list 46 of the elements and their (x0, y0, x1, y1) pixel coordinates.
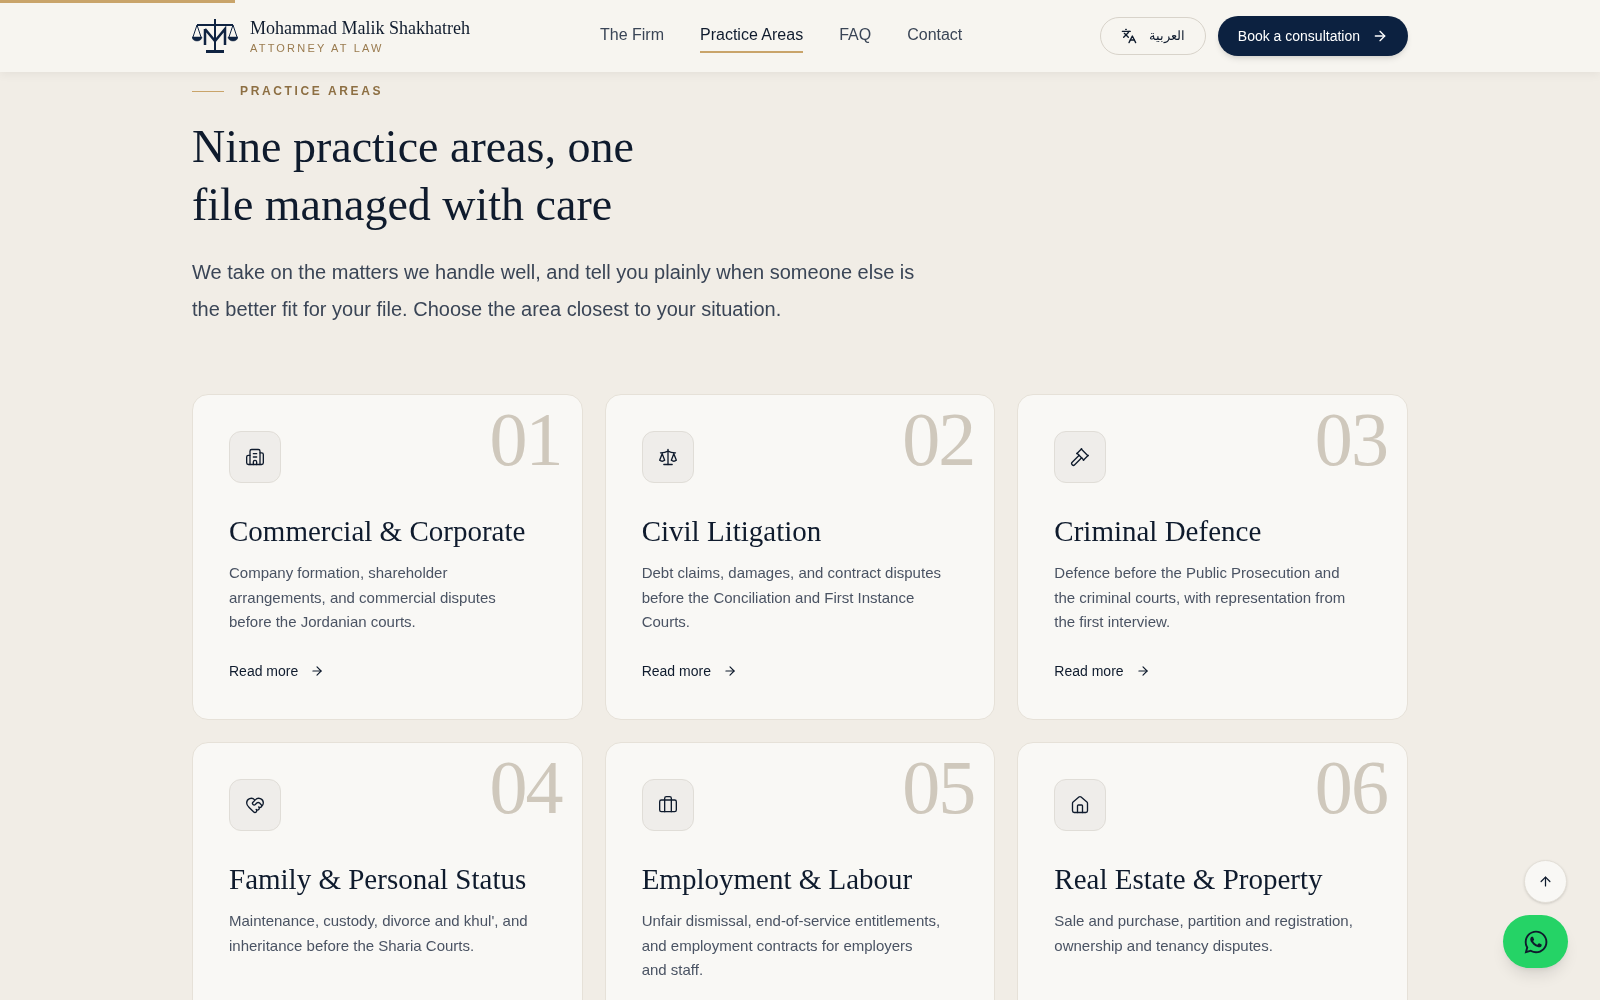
card-title: Employment & Labour (641, 862, 913, 897)
whatsapp-button[interactable] (1503, 915, 1568, 968)
card-description: Unfair dismissal, end-of-service entitlements, and employment contracts for employers and staff. (641, 911, 942, 980)
section-intro: We take on the matters we handle well, and tell you plainly when someone else is the better fit for your file. Choose the area closest to your situation. (192, 260, 916, 322)
card-number: 01 (489, 399, 562, 479)
section-title: file managed with care (192, 178, 613, 232)
book-consultation-button[interactable]: Book a consultation (1217, 16, 1408, 56)
briefcase-icon (657, 795, 678, 815)
translate-icon (1120, 28, 1137, 44)
card-description: Sale and purchase, partition and registration, ownership and tenancy disputes. (1054, 911, 1354, 956)
card-title: Criminal Defence (1054, 514, 1262, 549)
card-description: Company formation, shareholder arrangements, and commercial disputes before the Jordanian courts. (229, 563, 497, 632)
nav-link[interactable]: The Firm (600, 19, 664, 53)
card-number: 06 (1314, 747, 1387, 827)
arrow-right-icon (1372, 28, 1388, 44)
nav-link[interactable]: Contact (907, 19, 963, 53)
read-more-link[interactable]: Read more (229, 660, 325, 682)
card-number: 05 (902, 747, 975, 827)
card-number: 04 (489, 747, 562, 827)
card-title: Civil Litigation (641, 514, 822, 549)
card-number: 03 (1314, 399, 1387, 479)
scales-logo-icon (192, 17, 238, 55)
firm-name: Mohammad Malik Shakhatreh (250, 16, 470, 40)
firm-tagline: ATTORNEY AT LAW (250, 40, 385, 56)
card-title: Commercial & Corporate (229, 514, 526, 549)
nav-link[interactable]: Practice Areas (700, 19, 804, 53)
whatsapp-icon (1522, 928, 1549, 955)
card-description: Maintenance, custody, divorce and khul', and inheritance before the Sharia Courts. (229, 911, 529, 956)
arrow-right-icon (722, 664, 737, 678)
building-icon (245, 447, 265, 467)
card-description: Debt claims, damages, and contract disputes before the Conciliation and First Instance Courts. (641, 563, 942, 632)
read-more-link[interactable]: Read more (641, 660, 737, 682)
arrow-right-icon (310, 664, 325, 678)
section-eyebrow: PRACTICE AREAS (240, 83, 384, 100)
card-title: Family & Personal Status (229, 862, 527, 897)
card-number: 02 (902, 399, 975, 479)
read-more-link[interactable]: Read more (1054, 660, 1150, 682)
card-description: Defence before the Public Prosecution and the criminal courts, with representation from the first interview. (1054, 563, 1347, 632)
gavel-icon (1070, 447, 1091, 467)
section-title: Nine practice areas, one (192, 120, 634, 174)
card-title: Real Estate & Property (1054, 862, 1323, 897)
scales-icon (657, 447, 678, 467)
heart-handshake-icon (245, 795, 265, 815)
nav-link[interactable]: FAQ (839, 19, 872, 53)
arrow-right-icon (1135, 664, 1150, 678)
house-icon (1070, 795, 1091, 815)
